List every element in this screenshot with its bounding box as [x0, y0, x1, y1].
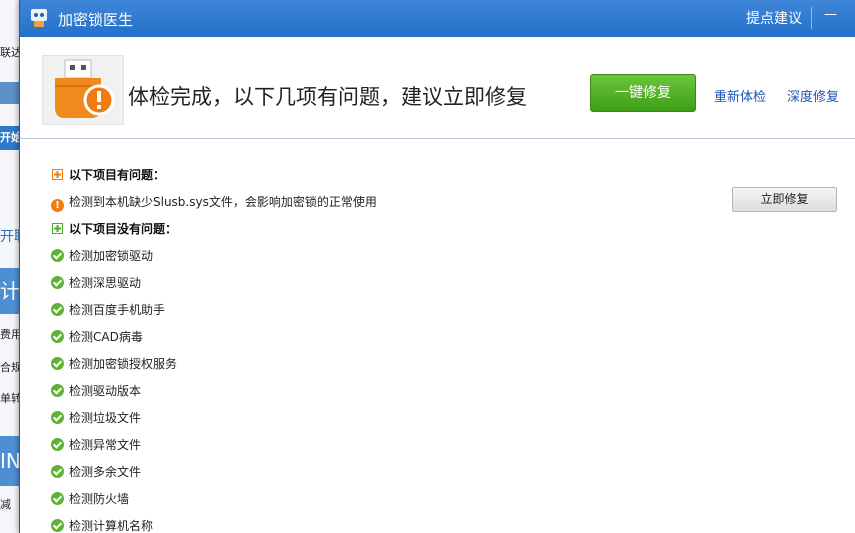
check-ok-icon — [51, 465, 64, 478]
check-item: 检测垃圾文件 — [51, 409, 141, 426]
deep-fix-link[interactable]: 深度修复 — [787, 86, 839, 105]
check-item-text: 检测加密锁驱动 — [69, 249, 154, 263]
check-item: 检测异常文件 — [51, 436, 141, 453]
check-item-text: 检测垃圾文件 — [69, 411, 142, 425]
check-item: 检测CAD病毒 — [51, 328, 143, 345]
check-item-text: 检测驱动版本 — [69, 384, 142, 398]
problem-item: ! 检测到本机缺少Slusb.sys文件，会影响加密锁的正常使用 — [51, 193, 377, 212]
check-item: 检测加密锁授权服务 — [51, 355, 177, 372]
check-item-text: 检测百度手机助手 — [69, 303, 166, 317]
check-item-text: 检测深思驱动 — [69, 276, 142, 290]
check-ok-icon — [51, 384, 64, 397]
recheck-link[interactable]: 重新体检 — [714, 86, 766, 105]
check-item: 检测深思驱动 — [51, 274, 141, 291]
check-ok-icon — [51, 330, 64, 343]
title-divider — [811, 7, 812, 29]
check-ok-icon — [51, 276, 64, 289]
fix-now-button[interactable]: 立即修复 — [732, 187, 837, 212]
result-header: 体检完成，以下几项有问题，建议立即修复 一键修复 重新体检 深度修复 — [20, 37, 855, 139]
check-item: 检测驱动版本 — [51, 382, 141, 399]
check-ok-icon — [51, 357, 64, 370]
title-bar: 加密锁医生 提点建议 — — [20, 0, 855, 37]
ok-section-icon — [52, 223, 63, 234]
check-item-text: 检测多余文件 — [69, 465, 142, 479]
check-ok-icon — [51, 411, 64, 424]
check-item-text: 检测加密锁授权服务 — [69, 357, 178, 371]
problem-text: 检测到本机缺少Slusb.sys文件，会影响加密锁的正常使用 — [69, 195, 377, 209]
problems-heading-text: 以下项目有问题： — [69, 168, 166, 182]
feedback-link[interactable]: 提点建议 — [746, 8, 802, 28]
check-item-text: 检测防火墙 — [69, 492, 130, 506]
check-item-text: 检测异常文件 — [69, 438, 142, 452]
check-ok-icon — [51, 438, 64, 451]
app-logo-icon — [31, 9, 47, 27]
check-ok-icon — [51, 519, 64, 532]
check-item-text: 检测计算机名称 — [69, 519, 154, 533]
no-problems-heading: 以下项目没有问题： — [52, 220, 177, 237]
one-click-fix-button[interactable]: 一键修复 — [590, 74, 696, 112]
check-ok-icon — [51, 303, 64, 316]
window-title: 加密锁医生 — [58, 11, 134, 29]
problems-heading: 以下项目有问题： — [52, 166, 165, 183]
no-problems-heading-text: 以下项目没有问题： — [69, 222, 178, 236]
check-item: 检测计算机名称 — [51, 517, 153, 533]
check-item: 检测多余文件 — [51, 463, 141, 480]
check-ok-icon — [51, 249, 64, 262]
problem-section-icon — [52, 169, 63, 180]
warning-icon: ! — [51, 199, 64, 212]
minimize-button[interactable]: — — [824, 7, 840, 25]
check-ok-icon — [51, 492, 64, 505]
check-item: 检测防火墙 — [51, 490, 129, 507]
check-item-text: 检测CAD病毒 — [69, 330, 143, 344]
dongle-doctor-window: 加密锁医生 提点建议 — 体检完成，以下几项有问题，建议立即修复 一键修复 重新… — [19, 0, 855, 533]
result-headline: 体检完成，以下几项有问题，建议立即修复 — [128, 85, 527, 109]
check-item: 检测百度手机助手 — [51, 301, 165, 318]
usb-dongle-warning-icon — [42, 55, 124, 125]
check-item: 检测加密锁驱动 — [51, 247, 153, 264]
